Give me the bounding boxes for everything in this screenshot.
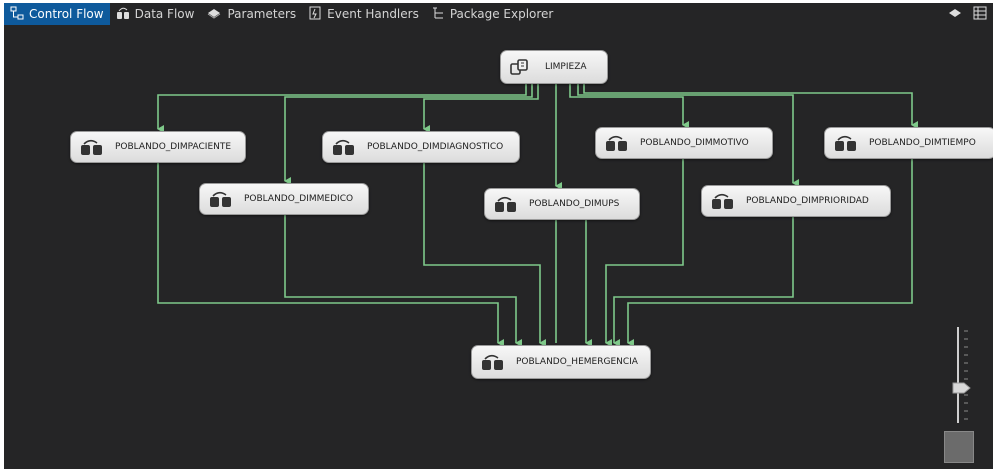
task-dimpaciente[interactable]: POBLANDO_DIMPACIENTE <box>70 131 246 163</box>
task-label: POBLANDO_DIMPRIORIDAD <box>746 196 869 206</box>
task-label: POBLANDO_DIMMOTIVO <box>640 138 749 148</box>
task-label: POBLANDO_DIMMEDICO <box>244 194 354 204</box>
zoom-slider-thumb <box>952 382 971 394</box>
task-hemergencia[interactable]: POBLANDO_HEMERGENCIA <box>471 345 651 379</box>
task-dimprioridad[interactable]: POBLANDO_DIMPRIORIDAD <box>701 185 891 217</box>
data-flow-task-icon <box>81 139 102 155</box>
zoom-to-fit-button[interactable] <box>944 431 974 463</box>
precedence-constraint <box>605 159 684 347</box>
precedence-constraint <box>613 216 794 347</box>
data-flow-task-icon <box>835 135 856 151</box>
container-label: LIMPIEZA <box>545 62 587 72</box>
data-flow-task-icon <box>210 191 231 207</box>
task-dimmotivo[interactable]: POBLANDO_DIMMOTIVO <box>595 127 773 159</box>
data-flow-task-icon <box>482 354 503 370</box>
data-flow-task-icon <box>712 193 733 209</box>
container-limpieza[interactable]: LIMPIEZA <box>500 50 608 84</box>
precedence-constraint <box>284 214 522 347</box>
task-label: POBLANDO_DIMDIAGNOSTICO <box>367 142 504 152</box>
task-label: POBLANDO_DIMUPS <box>529 199 620 209</box>
task-dimdiagnostico[interactable]: POBLANDO_DIMDIAGNOSTICO <box>322 131 520 163</box>
precedence-constraint <box>569 83 689 129</box>
designer-window: Control Flow Data Flow Parameters Event … <box>4 3 993 469</box>
data-flow-task-icon <box>606 135 627 151</box>
task-dimtiempo[interactable]: POBLANDO_DIMTIEMPO <box>824 127 993 159</box>
data-flow-task-icon <box>333 139 354 155</box>
precedence-constraint <box>423 83 539 133</box>
task-dimmedico[interactable]: POBLANDO_DIMMEDICO <box>199 183 369 215</box>
data-flow-task-icon <box>495 196 516 212</box>
task-label: POBLANDO_HEMERGENCIA <box>516 357 638 367</box>
task-dimups[interactable]: POBLANDO_DIMUPS <box>484 188 640 220</box>
sequence-container-icon <box>510 59 528 75</box>
zoom-slider[interactable] <box>952 325 972 425</box>
task-label: POBLANDO_DIMPACIENTE <box>115 142 232 152</box>
precedence-constraint <box>583 83 918 129</box>
task-label: POBLANDO_DIMTIEMPO <box>869 138 976 148</box>
connector-layer <box>157 83 918 347</box>
precedence-constraint <box>157 83 527 133</box>
